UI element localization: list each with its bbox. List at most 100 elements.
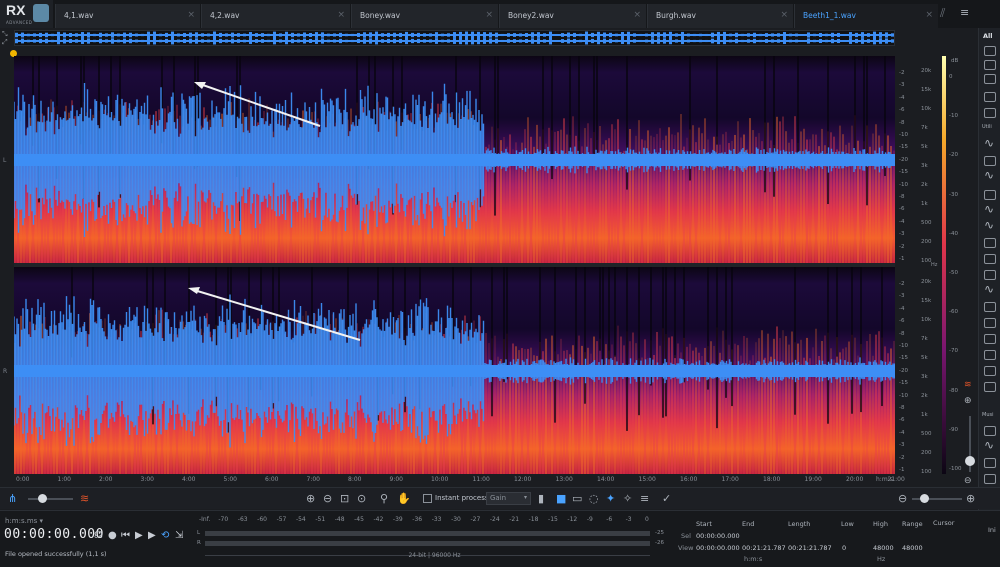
collapse-icon[interactable]: ⤢ [2, 38, 12, 46]
zoom-in-icon[interactable]: ⊕ [306, 492, 315, 505]
magic-wand-icon[interactable]: ✧ [623, 492, 632, 505]
view-start-value[interactable]: 00:00:00.000 [696, 544, 740, 552]
spectrogram-view[interactable] [13, 56, 896, 474]
time-ruler[interactable]: 0:00 1:00 2:00 3:00 4:00 5:00 6:00 7:00 8:00 9:00… [14, 476, 905, 486]
module-icon-14[interactable] [984, 350, 996, 360]
time-frequency-selection-icon[interactable]: ■ [556, 492, 566, 505]
module-icon-10[interactable] [984, 270, 996, 280]
overview-controls[interactable]: ⤡ ⤢ [2, 30, 12, 46]
tab-file-3[interactable]: Boney.wav × [351, 4, 498, 28]
module-icon-1[interactable] [984, 46, 996, 56]
db-tick-label: 0 [949, 74, 953, 80]
waveform-spectrogram-blend-slider[interactable] [28, 494, 73, 503]
overview-peak [645, 39, 648, 43]
vertical-zoom-knob[interactable] [965, 456, 975, 466]
module-icon-16[interactable] [984, 382, 996, 392]
time-format-selector[interactable]: h:m:s.ms ▾ [5, 517, 43, 525]
spectrogram-view-icon[interactable]: ≋ [80, 492, 89, 505]
tab-file-1[interactable]: 4,1.wav × [55, 4, 200, 28]
module-icon-5[interactable] [984, 108, 996, 118]
tab-file-4[interactable]: Boney2.wav × [499, 4, 646, 28]
lasso-tool-icon[interactable]: ◌ [589, 492, 599, 505]
close-icon[interactable]: × [187, 10, 195, 20]
wave-module-icon[interactable] [984, 282, 996, 296]
zoom-selection-icon[interactable]: ⊡ [340, 492, 349, 505]
record-button[interactable]: ● [108, 530, 117, 541]
wave-module-icon[interactable] [984, 202, 996, 216]
module-icon-11[interactable] [984, 302, 996, 312]
view-high-value[interactable]: 48000 [873, 544, 894, 552]
spectral-column [836, 337, 838, 474]
wave-module-icon[interactable] [984, 438, 996, 452]
zoom-out-icon[interactable]: ⊖ [898, 492, 907, 505]
module-filter-all[interactable]: All [983, 32, 993, 40]
headphones-icon[interactable]: ☊ [94, 530, 103, 541]
view-length-value[interactable]: 00:21:21.787 [788, 544, 832, 552]
zoom-fit-icon[interactable]: ⊙ [357, 492, 366, 505]
gain-curve-icon[interactable]: ✓ [662, 492, 671, 505]
loop-button[interactable]: ⟲ [161, 530, 169, 541]
module-icon-19[interactable] [984, 474, 996, 484]
module-icon-17[interactable] [984, 426, 996, 436]
horizontal-zoom-slider[interactable] [912, 494, 962, 503]
close-icon[interactable]: × [780, 10, 788, 20]
tab-file-6-active[interactable]: Beeth1_1.wav × [794, 4, 938, 28]
tab-menu-icon[interactable]: ≡ [960, 6, 969, 19]
waveform-db-tick-label: -4 [899, 94, 905, 101]
horizontal-zoom-knob[interactable] [920, 494, 929, 503]
magnify-icon[interactable]: ⚲ [380, 492, 388, 505]
spectral-settings-icon[interactable]: ≋ [964, 380, 972, 390]
module-icon-3[interactable] [984, 74, 996, 84]
tab-file-5[interactable]: Burgh.wav × [647, 4, 793, 28]
tab-file-2[interactable]: 4,2.wav × [201, 4, 350, 28]
close-icon[interactable]: × [925, 10, 933, 20]
hand-tool-icon[interactable]: ✋ [397, 492, 411, 505]
overview-peak [111, 32, 114, 38]
skip-back-button[interactable]: ⏮ [121, 530, 130, 541]
wave-module-icon[interactable] [984, 218, 996, 232]
waveform-view-icon[interactable]: ⋔ [8, 492, 17, 505]
module-icon-18[interactable] [984, 458, 996, 468]
module-icon-9[interactable] [984, 254, 996, 264]
overview-peak [555, 39, 558, 43]
brush-tool-icon[interactable]: ✦ [606, 492, 615, 505]
close-icon[interactable]: × [633, 10, 641, 20]
zoom-out-icon[interactable]: ⊖ [964, 476, 972, 486]
wave-module-icon[interactable] [984, 136, 996, 150]
close-icon[interactable]: × [485, 10, 493, 20]
module-icon-2[interactable] [984, 60, 996, 70]
frequency-selection-icon[interactable]: ▭ [572, 492, 582, 505]
close-icon[interactable]: × [337, 10, 345, 20]
spectral-column [680, 114, 682, 263]
blend-slider-knob[interactable] [38, 494, 47, 503]
play-button[interactable]: ▶ [135, 530, 143, 541]
sel-start-value[interactable]: 00:00:00.000 [696, 532, 740, 540]
module-icon-13[interactable] [984, 334, 996, 344]
view-end-value[interactable]: 00:21:21.787 [742, 544, 786, 552]
harmonic-selection-icon[interactable]: ≡ [640, 492, 649, 505]
instant-process-mode-select[interactable]: Gain ▾ [486, 492, 531, 505]
overview-peak [447, 39, 450, 43]
time-selection-icon[interactable]: ▮ [538, 492, 544, 505]
module-icon-4[interactable] [984, 92, 996, 102]
module-icon-12[interactable] [984, 318, 996, 328]
module-icon-8[interactable] [984, 238, 996, 248]
view-range-value[interactable]: 48000 [902, 544, 923, 552]
preview-button[interactable]: ⇲ [175, 530, 183, 541]
module-icon-7[interactable] [984, 190, 996, 200]
instant-process-checkbox[interactable] [423, 494, 432, 503]
module-icon-6[interactable] [984, 156, 996, 166]
view-low-value[interactable]: 0 [842, 544, 846, 552]
tab-overflow-icon[interactable]: ⫽ [940, 6, 945, 21]
meter-tick-label: -3 [625, 516, 632, 523]
zoom-out-icon[interactable]: ⊖ [323, 492, 332, 505]
zoom-in-icon[interactable]: ⊕ [966, 492, 975, 505]
waveform-overview[interactable] [14, 30, 895, 46]
expand-icon[interactable]: ⤡ [2, 30, 12, 38]
play-selection-button[interactable]: ▶ [148, 530, 156, 541]
wave-module-icon[interactable] [984, 168, 996, 182]
module-icon-15[interactable] [984, 366, 996, 376]
spectral-column [572, 116, 574, 263]
overview-peak [369, 38, 372, 44]
zoom-in-icon[interactable]: ⊕ [964, 396, 972, 406]
